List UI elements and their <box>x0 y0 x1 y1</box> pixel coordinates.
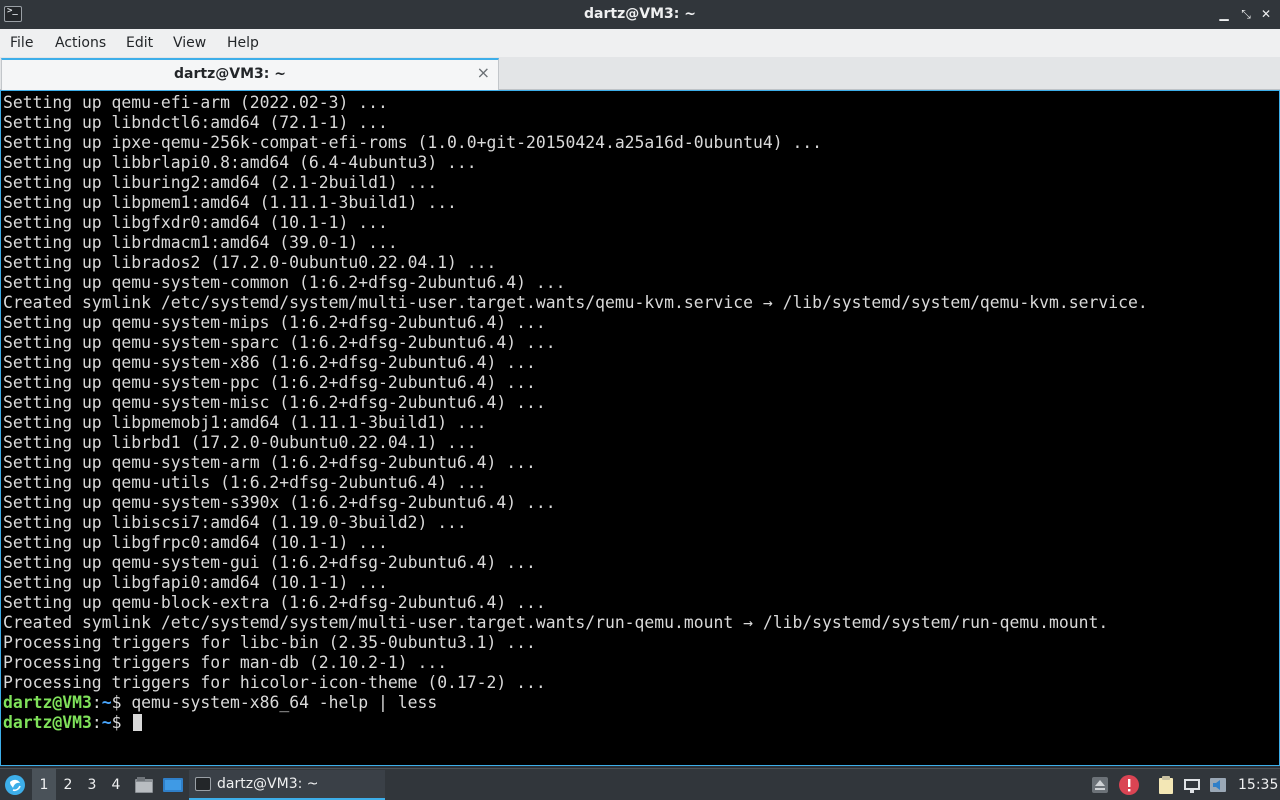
terminal-line: Processing triggers for hicolor-icon-the… <box>3 673 546 692</box>
terminal-line: Setting up librados2 (17.2.0-0ubuntu0.22… <box>3 253 497 272</box>
update-alert-icon[interactable] <box>1118 774 1140 796</box>
prompt-symbol: $ <box>111 713 132 732</box>
terminal-line: Setting up qemu-block-extra (1:6.2+dfsg-… <box>3 593 546 612</box>
terminal-line: Setting up qemu-system-ppc (1:6.2+dfsg-2… <box>3 373 536 392</box>
taskbar-window-terminal[interactable]: dartz@VM3: ~ <box>189 770 385 800</box>
prompt-symbol: $ <box>111 693 132 712</box>
window-title: dartz@VM3: ~ <box>584 6 696 22</box>
prompt-line-current[interactable]: dartz@VM3:~$ <box>3 713 1279 733</box>
terminal-line: Setting up qemu-utils (1:6.2+dfsg-2ubunt… <box>3 473 487 492</box>
terminal-line: Setting up liburing2:amd64 (2.1-2build1)… <box>3 173 438 192</box>
terminal-line: Setting up libpmem1:amd64 (1.11.1-3build… <box>3 193 457 212</box>
terminal-line: Setting up libgfxdr0:amd64 (10.1-1) ... <box>3 213 388 232</box>
terminal-line: Setting up qemu-system-common (1:6.2+dfs… <box>3 273 566 292</box>
workspace-2[interactable]: 2 <box>56 769 80 800</box>
terminal-line: Setting up libiscsi7:amd64 (1.19.0-3buil… <box>3 513 467 532</box>
terminal-line: Processing triggers for libc-bin (2.35-0… <box>3 633 536 652</box>
terminal-line: Processing triggers for man-db (2.10.2-1… <box>3 653 448 672</box>
tab-bar: dartz@VM3: ~ × <box>0 57 1280 90</box>
terminal-line: Setting up qemu-efi-arm (2022.02-3) ... <box>3 93 388 112</box>
terminal-line: Setting up qemu-system-mips (1:6.2+dfsg-… <box>3 313 546 332</box>
prompt-separator: : <box>91 713 102 732</box>
terminal-line: Setting up libbrlapi0.8:amd64 (6.4-4ubun… <box>3 153 477 172</box>
workspace-3[interactable]: 3 <box>80 769 104 800</box>
task-label: dartz@VM3: ~ <box>217 776 319 792</box>
terminal-line: Setting up qemu-system-arm (1:6.2+dfsg-2… <box>3 453 536 472</box>
prompt-line: dartz@VM3:~$ qemu-system-x86_64 -help | … <box>3 693 1279 713</box>
tab-terminal[interactable]: dartz@VM3: ~ × <box>1 58 499 90</box>
tab-close-icon[interactable]: × <box>477 63 490 82</box>
prompt-path: ~ <box>101 693 112 712</box>
prompt-user: dartz@VM3 <box>3 713 92 732</box>
terminal-line: Setting up ipxe-qemu-256k-compat-efi-rom… <box>3 133 823 152</box>
terminal-line: Setting up libgfrpc0:amd64 (10.1-1) ... <box>3 533 388 552</box>
menu-bar: File Actions Edit View Help <box>0 29 1280 57</box>
text-cursor <box>133 714 143 731</box>
close-icon[interactable]: ✕ <box>1258 6 1274 22</box>
terminal-line: Setting up libndctl6:amd64 (72.1-1) ... <box>3 113 388 132</box>
menu-view[interactable]: View <box>173 35 206 51</box>
terminal-line: Setting up librdmacm1:amd64 (39.0-1) ... <box>3 233 398 252</box>
terminal-line: Setting up qemu-system-misc (1:6.2+dfsg-… <box>3 393 546 412</box>
start-menu-icon[interactable] <box>4 774 26 796</box>
terminal-line: Setting up qemu-system-gui (1:6.2+dfsg-2… <box>3 553 536 572</box>
terminal-task-icon <box>195 777 211 791</box>
terminal-output[interactable]: Setting up qemu-efi-arm (2022.02-3) ... S… <box>0 90 1280 766</box>
terminal-line: Created symlink /etc/systemd/system/mult… <box>3 293 1148 312</box>
network-icon[interactable] <box>1182 775 1202 795</box>
terminal-line: Setting up qemu-system-sparc (1:6.2+dfsg… <box>3 333 556 352</box>
window-titlebar[interactable]: dartz@VM3: ~ ▁ ⤡ ✕ <box>0 0 1280 29</box>
menu-file[interactable]: File <box>10 35 33 51</box>
menu-actions[interactable]: Actions <box>55 35 106 51</box>
terminal-line: Setting up qemu-system-x86 (1:6.2+dfsg-2… <box>3 353 536 372</box>
terminal-lines: Setting up qemu-efi-arm (2022.02-3) ... S… <box>3 93 1279 693</box>
volume-icon[interactable] <box>1208 775 1228 795</box>
workspace-4[interactable]: 4 <box>104 769 128 800</box>
taskbar: 1 2 3 4 dartz@VM3: ~ 15:35 <box>0 768 1280 800</box>
minimize-icon[interactable]: ▁ <box>1216 6 1232 22</box>
prompt-user: dartz@VM3 <box>3 693 92 712</box>
command-text: qemu-system-x86_64 -help | less <box>131 693 438 712</box>
clipboard-icon[interactable] <box>1156 775 1176 795</box>
terminal-line: Setting up libpmemobj1:amd64 (1.11.1-3bu… <box>3 413 487 432</box>
menu-edit[interactable]: Edit <box>126 35 153 51</box>
show-desktop-icon[interactable] <box>162 775 184 795</box>
restore-icon[interactable]: ⤡ <box>1238 6 1254 22</box>
terminal-line: Setting up libgfapi0:amd64 (10.1-1) ... <box>3 573 388 592</box>
menu-help[interactable]: Help <box>227 35 259 51</box>
clock[interactable]: 15:35 <box>1238 769 1278 800</box>
terminal-line: Setting up librbd1 (17.2.0-0ubuntu0.22.0… <box>3 433 477 452</box>
terminal-line: Created symlink /etc/systemd/system/mult… <box>3 613 1109 632</box>
prompt-path: ~ <box>101 713 112 732</box>
eject-icon[interactable] <box>1090 775 1110 795</box>
workspace-1[interactable]: 1 <box>32 769 56 800</box>
file-manager-icon[interactable] <box>134 775 154 795</box>
tab-label: dartz@VM3: ~ <box>174 66 286 82</box>
terminal-line: Setting up qemu-system-s390x (1:6.2+dfsg… <box>3 493 556 512</box>
prompt-separator: : <box>91 693 102 712</box>
